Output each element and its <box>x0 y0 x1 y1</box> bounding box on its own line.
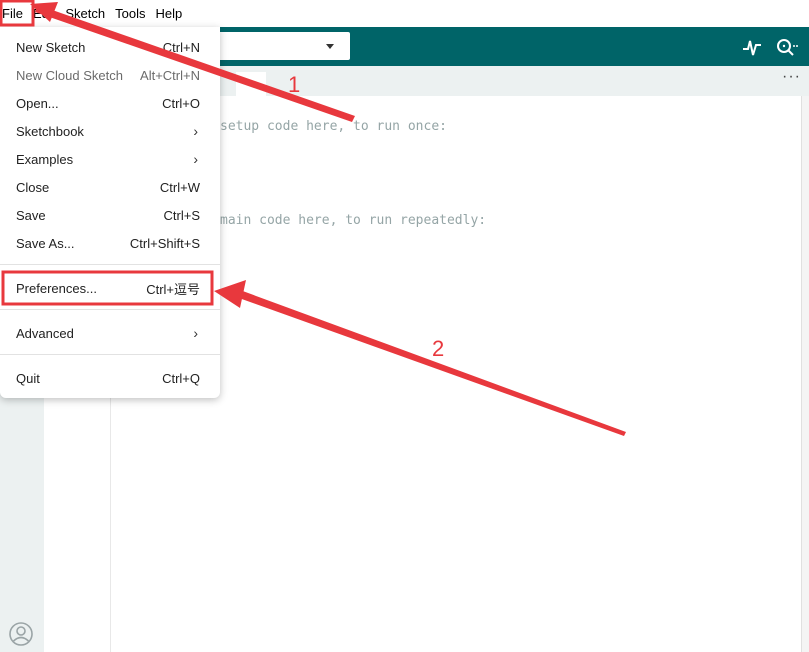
editor-scrollbar[interactable] <box>801 96 809 652</box>
menu-item-label: New Cloud Sketch <box>16 67 123 83</box>
menu-item-sketchbook[interactable]: Sketchbook › <box>0 117 220 145</box>
menu-separator <box>0 354 220 355</box>
menu-item-shortcut: Alt+Ctrl+N <box>140 67 200 83</box>
menu-help[interactable]: Help <box>150 0 187 27</box>
menu-item-advanced[interactable]: Advanced › <box>0 319 220 347</box>
menu-item-label: Save <box>16 207 46 223</box>
menu-item-label: Close <box>16 179 50 195</box>
file-menu-dropdown: New Sketch Ctrl+N New Cloud Sketch Alt+C… <box>0 27 220 398</box>
menu-item-label: Sketchbook <box>16 123 84 139</box>
menu-edit[interactable]: Edit <box>28 0 60 27</box>
menu-tools[interactable]: Tools <box>110 0 150 27</box>
serial-monitor-icon[interactable] <box>774 35 798 59</box>
menu-item-preferences[interactable]: Preferences... Ctrl+逗号 <box>0 274 220 302</box>
menu-item-open[interactable]: Open... Ctrl+O <box>0 89 220 117</box>
menu-sketch[interactable]: Sketch <box>60 0 110 27</box>
menu-item-label: Preferences... <box>16 280 97 296</box>
code-line-setup-comment: setup code here, to run once: <box>220 119 447 134</box>
menu-file[interactable]: File <box>0 0 28 27</box>
menu-item-examples[interactable]: Examples › <box>0 145 220 173</box>
tab-sketch[interactable] <box>236 72 266 96</box>
menu-item-label: New Sketch <box>16 39 86 55</box>
menu-item-save-as[interactable]: Save As... Ctrl+Shift+S <box>0 229 220 257</box>
menu-item-label: Save As... <box>16 235 75 251</box>
menu-item-shortcut: Ctrl+Shift+S <box>129 235 200 251</box>
annotation-label-2: 2 <box>432 336 445 361</box>
menu-item-shortcut: Ctrl+W <box>159 179 200 195</box>
menu-item-shortcut: Ctrl+Q <box>162 370 200 386</box>
menu-separator <box>0 264 220 265</box>
menu-item-quit[interactable]: Quit Ctrl+Q <box>0 364 220 392</box>
menu-item-close[interactable]: Close Ctrl+W <box>0 173 220 201</box>
board-select[interactable] <box>210 32 350 60</box>
menu-item-shortcut: Ctrl+S <box>163 207 200 223</box>
menu-item-save[interactable]: Save Ctrl+S <box>0 201 220 229</box>
pulse-icon[interactable] <box>740 35 764 59</box>
chevron-right-icon: › <box>193 123 198 139</box>
menu-item-label: Quit <box>16 370 40 386</box>
account-icon[interactable] <box>8 621 34 647</box>
chevron-right-icon: › <box>193 325 198 341</box>
menu-item-new-sketch[interactable]: New Sketch Ctrl+N <box>0 33 220 61</box>
menu-item-label: Open... <box>16 95 59 111</box>
more-options-icon[interactable]: ··· <box>782 68 801 86</box>
chevron-right-icon: › <box>193 151 198 167</box>
menu-item-shortcut: Ctrl+O <box>162 95 200 111</box>
menu-item-new-cloud-sketch: New Cloud Sketch Alt+Ctrl+N <box>0 61 220 89</box>
menu-item-label: Advanced <box>16 325 74 341</box>
menu-item-shortcut: Ctrl+N <box>162 39 200 55</box>
annotation-label-1: 1 <box>288 72 301 97</box>
menu-bar: File Edit Sketch Tools Help <box>0 0 809 27</box>
menu-item-shortcut: Ctrl+逗号 <box>146 281 200 297</box>
chevron-down-icon <box>326 44 334 49</box>
code-line-loop-comment: main code here, to run repeatedly: <box>220 213 487 228</box>
menu-item-label: Examples <box>16 151 74 167</box>
menu-separator <box>0 309 220 310</box>
